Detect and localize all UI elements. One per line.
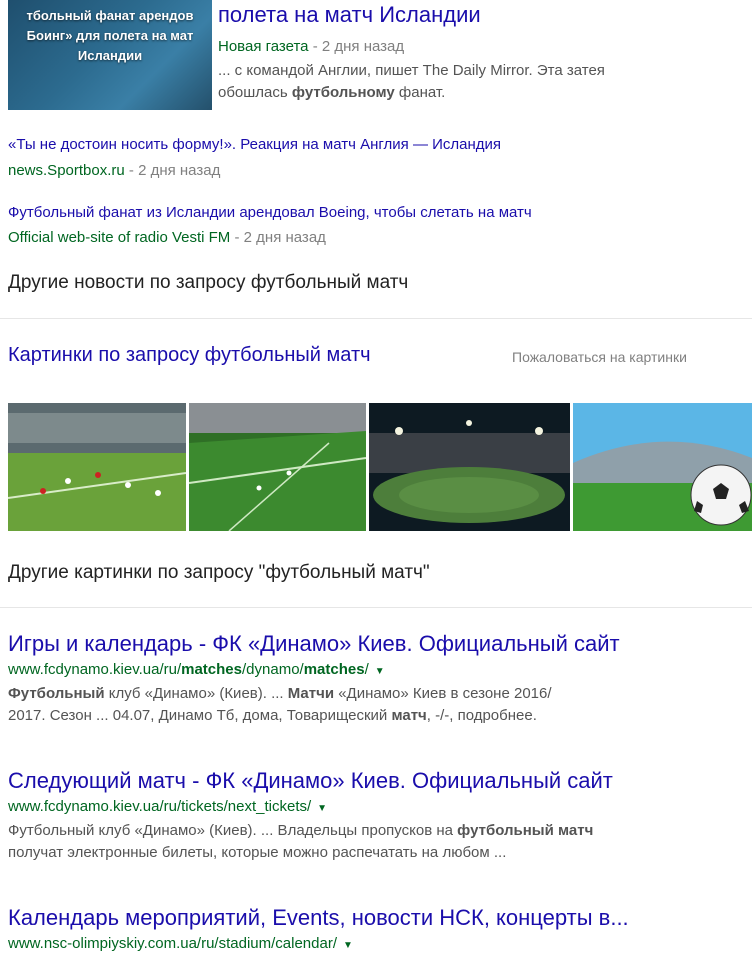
news-main-source-line: Новая газета - 2 дня назад	[218, 38, 404, 56]
snippet-line: ... с командой Англии, пишет The Daily M…	[218, 62, 605, 79]
snippet-line: Футбольный клуб «Динамо» (Киев). ... Вла…	[8, 822, 594, 839]
more-images-link[interactable]: Другие картинки по запросу "футбольный м…	[8, 562, 430, 584]
news-item-source-line: Official web-site of radio Vesti FM - 2 …	[8, 229, 326, 247]
images-section-title[interactable]: Картинки по запросу футбольный матч	[8, 344, 371, 367]
result-title[interactable]: Следующий матч - ФК «Динамо» Киев. Офици…	[8, 768, 613, 794]
stadium-ball-photo-icon	[573, 403, 752, 531]
news-item-time: - 2 дня назад	[124, 162, 221, 179]
result-url[interactable]: www.nsc-olimpiyskiy.com.ua/ru/stadium/ca…	[8, 935, 353, 952]
snippet-line: Футбольный клуб «Динамо» (Киев). ... Мат…	[8, 685, 552, 702]
dropdown-caret-icon[interactable]: ▼	[343, 940, 353, 951]
image-tile-2[interactable]	[189, 403, 366, 531]
result-url[interactable]: www.fcdynamo.kiev.ua/ru/tickets/next_tic…	[8, 798, 327, 815]
divider	[0, 318, 752, 319]
news-item-source[interactable]: Official web-site of radio Vesti FM	[8, 229, 230, 246]
image-tile-1[interactable]	[8, 403, 186, 531]
image-tile-4[interactable]	[573, 403, 752, 531]
snippet-line: получат электронные билеты, которые можн…	[8, 844, 507, 861]
result-snippet: Футбольный клуб «Динамо» (Киев). ... Вла…	[8, 820, 593, 864]
news-main-title[interactable]: полета на матч Исландии	[218, 2, 481, 28]
snippet-line: 2017. Сезон ... 04.07, Динамо Тб, дома, …	[8, 707, 537, 724]
news-main-source[interactable]: Новая газета	[218, 38, 309, 55]
more-news-link[interactable]: Другие новости по запросу футбольный мат…	[8, 272, 408, 294]
report-images-link[interactable]: Пожаловаться на картинки	[512, 349, 687, 365]
news-item-title[interactable]: «Ты не достоин носить форму!». Реакция н…	[8, 136, 501, 153]
football-pitch-photo-icon	[189, 403, 366, 531]
snippet-line: обошлась футбольному фанат.	[218, 84, 446, 101]
image-tile-3[interactable]	[369, 403, 570, 531]
result-title[interactable]: Календарь мероприятий, Events, новости Н…	[8, 905, 629, 931]
news-main-time: - 2 дня назад	[308, 38, 405, 55]
news-item-title[interactable]: Футбольный фанат из Исландии арендовал B…	[8, 204, 532, 221]
thumbnail-caption-line: тбольный фанат арендов	[26, 8, 194, 23]
dropdown-caret-icon[interactable]: ▼	[375, 666, 385, 677]
football-match-photo-icon	[8, 403, 186, 531]
thumbnail-caption-line: Исландии	[77, 48, 143, 63]
divider	[0, 607, 752, 608]
news-main-snippet: ... с командой Англии, пишет The Daily M…	[218, 60, 605, 104]
news-item-time: - 2 дня назад	[230, 229, 326, 246]
result-title[interactable]: Игры и календарь - ФК «Динамо» Киев. Офи…	[8, 631, 620, 657]
news-thumbnail[interactable]: тбольный фанат арендов Боинг» для полета…	[8, 0, 212, 110]
result-snippet: Футбольный клуб «Динамо» (Киев). ... Мат…	[8, 683, 552, 727]
result-url[interactable]: www.fcdynamo.kiev.ua/ru/matches/dynamo/m…	[8, 661, 385, 678]
thumbnail-caption-line: Боинг» для полета на мат	[26, 28, 194, 43]
dropdown-caret-icon[interactable]: ▼	[317, 803, 327, 814]
news-item-source-line: news.Sportbox.ru - 2 дня назад	[8, 162, 220, 180]
stadium-night-photo-icon	[369, 403, 570, 531]
news-item-source[interactable]: news.Sportbox.ru	[8, 162, 125, 179]
